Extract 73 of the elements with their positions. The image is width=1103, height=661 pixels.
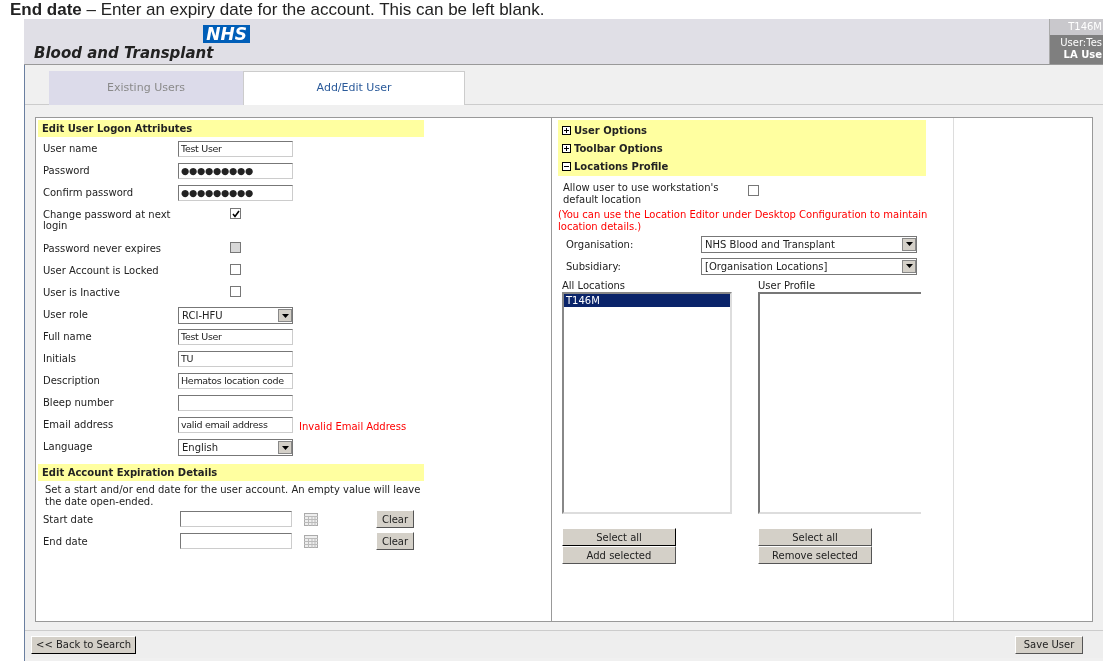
clear-button[interactable]: Clear	[376, 510, 414, 528]
text-field[interactable]: TU	[178, 351, 293, 367]
text-field[interactable]: Test User	[178, 141, 293, 157]
option-group[interactable]: User Options	[558, 121, 926, 139]
list-label: User Profile	[758, 279, 817, 292]
action-button[interactable]: Select all	[562, 528, 676, 546]
caret-icon	[902, 259, 916, 273]
dropdown[interactable]: English	[178, 439, 293, 456]
field-label: Initials	[42, 352, 77, 364]
field-label: Language	[42, 440, 94, 452]
option-group[interactable]: Locations Profile	[558, 157, 926, 175]
hint-text: (You can use the Location Editor under Desktop Configuration to maintain location details.)	[558, 208, 929, 233]
field-label: Email address	[42, 418, 115, 430]
text-field[interactable]: valid email address	[178, 417, 293, 433]
field-label: End date	[42, 534, 89, 549]
field-label: Subsidiary:	[565, 259, 622, 274]
action-button[interactable]: Add selected	[562, 546, 676, 564]
action-button[interactable]: Remove selected	[758, 546, 872, 564]
caption-text: End date – Enter an expiry date for the account. This can be left blank.	[9, 0, 546, 19]
clear-button[interactable]: Clear	[376, 532, 414, 550]
collapse-icon	[562, 161, 571, 171]
calendar-icon	[304, 512, 318, 526]
field-label: Change password at next login	[42, 208, 172, 231]
section-title: Edit User Logon Attributes	[38, 120, 424, 137]
logo-badge: NHS	[203, 25, 250, 43]
section-note: Set a start and/or end date for the user account. An empty value will leave the date open-ended.	[44, 483, 422, 508]
section-title: Edit Account Expiration Details	[38, 464, 424, 481]
expand-icon	[562, 125, 571, 135]
checkbox[interactable]	[748, 185, 759, 196]
field-label: Organisation:	[565, 237, 635, 252]
field-label: Start date	[42, 512, 95, 527]
error-text: Invalid Email Address	[298, 420, 407, 434]
field-label: Password never expires	[42, 242, 162, 254]
field-label: User Account is Locked	[42, 264, 160, 276]
user-name: User:Tes	[1060, 37, 1102, 49]
field-label: User role	[42, 308, 89, 320]
checkbox[interactable]	[230, 208, 241, 219]
text-field[interactable]	[178, 395, 293, 411]
location-list[interactable]: T146M	[562, 292, 732, 514]
dropdown[interactable]: RCI-HFU	[178, 307, 293, 324]
caret-icon	[278, 309, 292, 322]
field-label: Full name	[42, 330, 93, 342]
dropdown[interactable]: [Organisation Locations]	[701, 257, 917, 275]
save-button[interactable]: Save User	[1015, 635, 1083, 654]
text-field[interactable]: ●●●●●●●●●	[178, 163, 293, 179]
expand-icon	[562, 143, 571, 153]
field-label: User name	[42, 142, 99, 154]
caret-icon	[278, 441, 292, 454]
checkbox[interactable]	[230, 264, 241, 275]
date-field[interactable]	[180, 533, 292, 549]
text-field[interactable]: Test User	[178, 329, 293, 345]
checkbox[interactable]	[230, 286, 241, 297]
caret-icon	[902, 237, 916, 251]
field-label: Bleep number	[42, 396, 115, 408]
calendar-icon	[304, 534, 318, 548]
field-label: User is Inactive	[42, 286, 121, 298]
text-field[interactable]: Hematos location code	[178, 373, 293, 389]
list-item[interactable]: T146M	[564, 294, 730, 307]
logo-name: Blood and Transplant	[33, 43, 214, 63]
action-button[interactable]: Select all	[758, 528, 872, 546]
profile-list[interactable]	[758, 292, 921, 514]
field-label: Description	[42, 374, 101, 386]
text-field[interactable]: ●●●●●●●●●	[178, 185, 293, 201]
field-label: Password	[42, 164, 91, 176]
field-label: Confirm password	[42, 186, 135, 198]
option-group[interactable]: Toolbar Options	[558, 139, 926, 157]
dropdown[interactable]: NHS Blood and Transplant	[701, 235, 917, 253]
user-role: LA Use	[1063, 49, 1102, 61]
tab[interactable]: Add/Edit User	[243, 71, 465, 105]
back-button[interactable]: << Back to Search	[31, 635, 136, 654]
list-label: All Locations	[562, 279, 627, 292]
date-field[interactable]	[180, 511, 292, 527]
field-label: Allow user to use workstation's default location	[562, 182, 720, 206]
